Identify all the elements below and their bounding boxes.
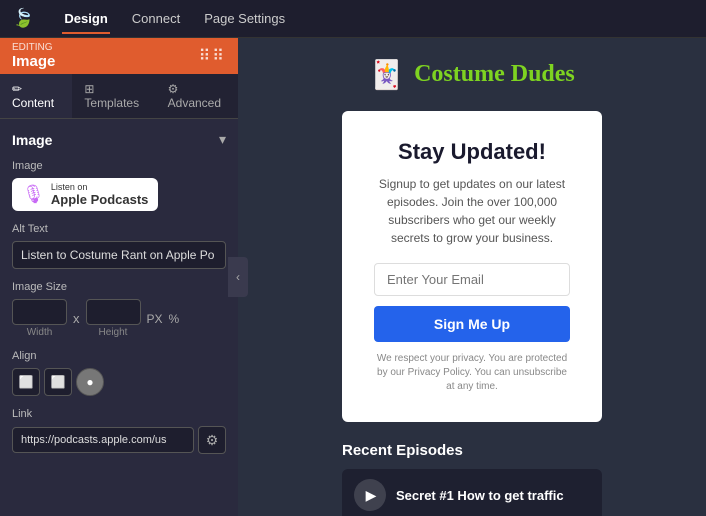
- email-input[interactable]: [374, 263, 570, 296]
- align-label: Align: [12, 350, 226, 362]
- image-size-label: Image Size: [12, 281, 226, 293]
- chevron-down-icon[interactable]: ▾: [219, 131, 226, 148]
- size-x-separator: x: [73, 311, 80, 326]
- tab-content[interactable]: ✏ Content: [0, 74, 72, 118]
- height-input[interactable]: [86, 299, 141, 325]
- episode-title: Secret #1 How to get traffic: [396, 488, 564, 503]
- nav-tab-design[interactable]: Design: [62, 7, 109, 30]
- link-label: Link: [12, 408, 226, 420]
- site-title: Costume Dudes: [414, 61, 575, 88]
- badge-small-text: Listen on: [51, 182, 149, 192]
- badge-large-text: Apple Podcasts: [51, 192, 149, 207]
- play-button[interactable]: ▶: [354, 479, 386, 511]
- width-input[interactable]: [12, 299, 67, 325]
- podcast-icon: 🎙: [22, 184, 45, 205]
- recent-episodes-title: Recent Episodes: [342, 442, 602, 459]
- size-unit: PX: [147, 312, 163, 326]
- apple-podcasts-badge[interactable]: 🎙 Listen on Apple Podcasts: [12, 178, 158, 211]
- site-logo-icon: 🃏: [369, 58, 404, 91]
- site-header: 🃏 Costume Dudes: [258, 58, 686, 91]
- width-label: Width: [27, 327, 53, 338]
- privacy-text: We respect your privacy. You are protect…: [374, 352, 570, 394]
- image-section-title: Image: [12, 132, 52, 148]
- panel-content: Image ▾ Image 🎙 Listen on Apple Podcasts…: [0, 119, 238, 516]
- editing-label: EDITING: [12, 42, 55, 53]
- tab-templates[interactable]: ⊞ Templates: [72, 74, 155, 118]
- image-size-row: Width x Height PX %: [12, 299, 226, 338]
- image-section-header: Image ▾: [12, 131, 226, 148]
- right-panel: 🃏 Costume Dudes Stay Updated! Signup to …: [238, 38, 706, 516]
- editing-title: Image: [12, 53, 55, 70]
- play-icon: ▶: [366, 487, 377, 504]
- height-label: Height: [99, 327, 128, 338]
- nav-tab-page-settings[interactable]: Page Settings: [202, 7, 287, 30]
- panel-tabs: ✏ Content ⊞ Templates ⚙ Advanced: [0, 74, 238, 119]
- align-left-button[interactable]: ⬜: [12, 368, 40, 396]
- nav-tab-connect[interactable]: Connect: [130, 7, 182, 30]
- left-panel: EDITING Image ⠿⠿ ✏ Content ⊞ Templates ⚙…: [0, 38, 238, 516]
- recent-episodes-section: Recent Episodes ▶ Secret #1 How to get t…: [342, 442, 602, 516]
- link-row: ⚙: [12, 426, 226, 454]
- alt-text-input[interactable]: [12, 241, 226, 269]
- signup-button[interactable]: Sign Me Up: [374, 306, 570, 342]
- preview-content: 🃏 Costume Dudes Stay Updated! Signup to …: [238, 38, 706, 516]
- alt-text-label: Alt Text: [12, 223, 226, 235]
- size-percent: %: [169, 312, 180, 326]
- signup-card: Stay Updated! Signup to get updates on o…: [342, 111, 602, 422]
- link-input[interactable]: [12, 427, 194, 453]
- align-row: ⬜ ⬜ ●: [12, 368, 226, 396]
- signup-title: Stay Updated!: [374, 139, 570, 165]
- app-logo: 🍃: [12, 8, 34, 29]
- align-right-button[interactable]: ●: [76, 368, 104, 396]
- image-field-label: Image: [12, 160, 226, 172]
- editing-bar: EDITING Image ⠿⠿: [0, 38, 238, 74]
- align-center-button[interactable]: ⬜: [44, 368, 72, 396]
- gear-button[interactable]: ⚙: [198, 426, 226, 454]
- signup-description: Signup to get updates on our latest epis…: [374, 175, 570, 247]
- collapse-handle[interactable]: ‹: [228, 257, 248, 297]
- episode-card: ▶ Secret #1 How to get traffic: [342, 469, 602, 516]
- dots-icon[interactable]: ⠿⠿: [199, 46, 226, 66]
- top-navigation: 🍃 Design Connect Page Settings: [0, 0, 706, 38]
- tab-advanced[interactable]: ⚙ Advanced: [156, 74, 238, 118]
